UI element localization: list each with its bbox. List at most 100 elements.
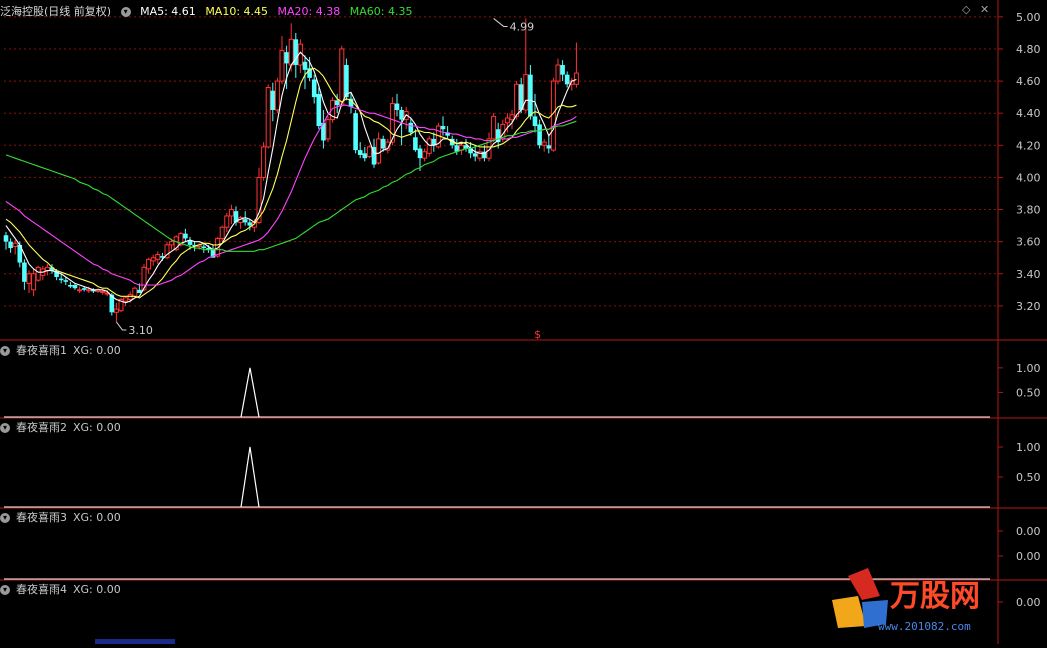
y-tick-label: 4.00 — [1016, 171, 1041, 184]
candle-body-up — [288, 38, 294, 66]
candle-body-up — [35, 266, 41, 281]
indicator-3-value: XG: 0.00 — [73, 511, 121, 524]
stock-title[interactable]: 泛海控股(日线 前复权) — [0, 5, 111, 18]
candle-body-down — [344, 65, 349, 98]
candle-body-up — [26, 273, 32, 284]
candle-body-up — [86, 289, 92, 292]
candle-body-down — [334, 100, 340, 106]
candle-body-up — [274, 80, 280, 111]
indicator-2-value: XG: 0.00 — [73, 421, 121, 434]
low-annotation-line — [116, 321, 127, 331]
candle-body-down — [408, 122, 414, 133]
candle-body-up — [504, 117, 510, 124]
low-price-label: 3.10 — [128, 324, 153, 337]
close-icon[interactable]: ✕ — [980, 3, 989, 16]
candle-body-up — [146, 258, 152, 270]
candle-body-up — [509, 114, 515, 121]
chevron-down-icon[interactable]: ▾ — [120, 7, 131, 17]
candle-body-up — [426, 138, 432, 154]
y-tick-label: 3.40 — [1016, 268, 1041, 281]
y-tick-label: 0.00 — [1016, 525, 1041, 538]
candle-body-down — [413, 137, 418, 151]
candle-body-down — [394, 103, 400, 110]
candle-body-down — [284, 52, 289, 64]
chevron-down-icon[interactable]: ▾ — [0, 585, 10, 595]
watermark-brand: 万股网 — [890, 579, 980, 614]
indicator-2-header: ▾ 春夜喜雨2 XG: 0.00 — [0, 419, 127, 437]
candle-body-down — [302, 61, 308, 70]
diamond-icon[interactable]: ◇ — [962, 3, 970, 16]
candle-body-down — [81, 288, 87, 290]
ma10-label: MA10: 4.45 — [205, 5, 269, 18]
candle-body-down — [63, 280, 69, 282]
candle-body-down — [22, 262, 27, 282]
candle-body-up — [573, 72, 579, 85]
candle-body-down — [247, 222, 253, 226]
indicator-1-title[interactable]: 春夜喜雨1 — [16, 344, 67, 357]
y-tick-label: 0.50 — [1016, 471, 1041, 484]
candle-body-up — [224, 215, 230, 228]
chevron-down-icon[interactable]: ▾ — [0, 513, 10, 523]
ma-line-ma20 — [5, 104, 577, 286]
candle-body-up — [422, 151, 428, 159]
candle-body-down — [8, 241, 13, 249]
stock-chart-canvas[interactable]: 3.20 3.40 3.60 3.80 4.00 4.20 4.40 4.60 4.80 5.00… — [0, 0, 1047, 644]
candle-body-down — [546, 145, 552, 149]
candle-body-up — [100, 290, 106, 293]
indicator-4-title[interactable]: 春夜喜雨4 — [16, 583, 67, 596]
candle-body-down — [537, 124, 542, 146]
candle-body-up — [366, 146, 372, 158]
y-tick-label: 4.60 — [1016, 75, 1041, 88]
y-tick-label: 0.50 — [1016, 386, 1041, 399]
y-tick-label: 3.20 — [1016, 300, 1041, 313]
candle-body-up — [169, 241, 175, 246]
candle-body-up — [555, 64, 561, 82]
chevron-down-icon[interactable]: ▾ — [0, 423, 10, 433]
candle-body-down — [72, 285, 78, 289]
y-tick-label: 1.00 — [1016, 362, 1041, 375]
chevron-down-icon[interactable]: ▾ — [0, 346, 10, 356]
watermark-url: www.201082.com — [878, 620, 971, 633]
candle-body-down — [362, 153, 368, 159]
y-tick-label: 1.00 — [1016, 441, 1041, 454]
candle-body-up — [279, 50, 285, 82]
candle-body-up — [339, 48, 345, 106]
candle-body-down — [311, 79, 317, 98]
candle-body-up — [325, 119, 331, 140]
candle-body-down — [270, 90, 276, 110]
candle-body-up — [31, 273, 37, 291]
y-tick-label: 4.20 — [1016, 139, 1041, 152]
indicator-2-title[interactable]: 春夜喜雨2 — [16, 421, 67, 434]
signal-marker: $ — [534, 328, 541, 341]
candle-body-down — [201, 246, 207, 249]
candle-body-up — [77, 289, 83, 292]
candle-body-up — [514, 83, 520, 117]
flag-icon — [832, 596, 866, 628]
y-tick-label: 4.40 — [1016, 107, 1041, 120]
ma60-label: MA60: 4.35 — [349, 5, 413, 18]
indicator-3-header: ▾ 春夜喜雨3 XG: 0.00 — [0, 509, 127, 527]
candle-body-up — [541, 141, 547, 146]
candle-body-down — [353, 113, 358, 151]
indicator-1-value: XG: 0.00 — [73, 344, 121, 357]
chart-stage[interactable]: 3.20 3.40 3.60 3.80 4.00 4.20 4.40 4.60 4.80 5.00… — [0, 0, 1047, 644]
candle-body-up — [376, 138, 382, 164]
candle-body-down — [399, 109, 404, 120]
candle-body-down — [242, 219, 248, 223]
watermark-logo: 万股网 www.201082.com — [832, 568, 980, 633]
high-annotation-line — [493, 18, 508, 27]
candle-body-up — [523, 74, 529, 111]
y-tick-label: 0.00 — [1016, 550, 1041, 563]
candle-body-up — [155, 254, 161, 260]
y-tick-label: 3.60 — [1016, 236, 1041, 249]
candle-body-down — [58, 278, 64, 281]
candle-body-up — [219, 226, 225, 239]
candle-body-down — [560, 65, 565, 75]
y-tick-label: 3.80 — [1016, 204, 1041, 217]
candle-body-down — [528, 74, 533, 117]
indicator-1-header: ▾ 春夜喜雨1 XG: 0.00 — [0, 342, 127, 360]
candle-body-up — [261, 146, 267, 178]
indicator-3-title[interactable]: 春夜喜雨3 — [16, 511, 67, 524]
candle-body-down — [564, 74, 570, 85]
xg-spike — [240, 367, 260, 418]
